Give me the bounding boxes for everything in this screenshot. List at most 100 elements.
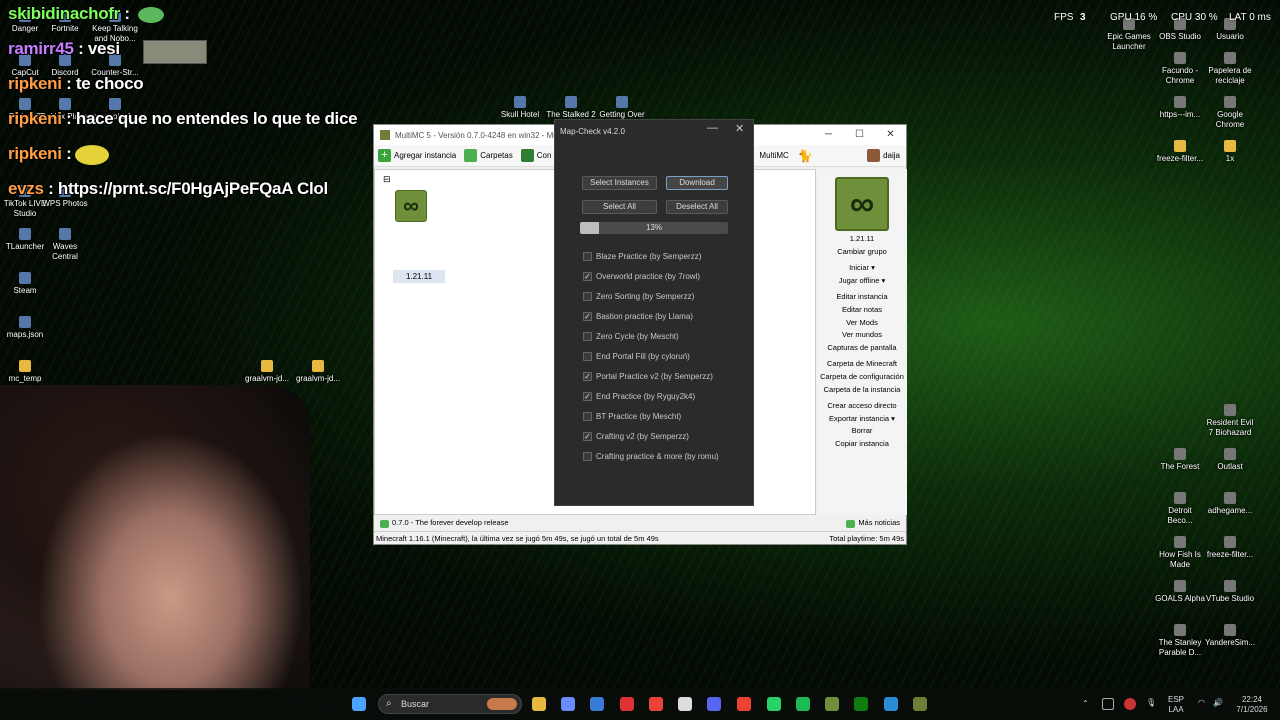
more-news-button[interactable]: Más noticias xyxy=(846,518,900,528)
map-checkbox-row[interactable]: End Portal Fill (by cyloruń) xyxy=(583,352,690,361)
map-checkbox-row[interactable]: Zero Sorting (by Semperzz) xyxy=(583,292,694,301)
tray-record-icon[interactable] xyxy=(1124,698,1136,710)
instance-label[interactable]: 1.21.11 xyxy=(393,270,445,283)
desktop-icon[interactable]: https---im... xyxy=(1155,96,1205,120)
sidebar-action[interactable]: Exportar instancia ▾ xyxy=(817,413,907,426)
instance-large-icon[interactable] xyxy=(835,177,889,231)
multimc-menu-button[interactable]: MultiMC 🐈 xyxy=(759,149,812,163)
file-explorer-icon[interactable] xyxy=(532,697,546,711)
store-icon[interactable] xyxy=(590,697,604,711)
checkbox-unchecked[interactable] xyxy=(583,332,592,341)
chrome-icon[interactable] xyxy=(737,697,751,711)
sidebar-action[interactable]: Editar notas xyxy=(817,304,907,317)
mapcheck-dialog[interactable]: Map-Check v4.2.0 — ✕ Select Instances Do… xyxy=(554,119,754,506)
desktop-icon[interactable]: Outlast xyxy=(1205,448,1255,472)
checkbox-unchecked[interactable] xyxy=(583,452,592,461)
desktop-icon[interactable]: The Stanley Parable D... xyxy=(1155,624,1205,658)
account-button[interactable]: daija xyxy=(867,149,900,162)
desktop-icon[interactable]: Epic Games Launcher xyxy=(1104,18,1154,52)
show-hidden-icons[interactable]: ⌃ xyxy=(1082,699,1089,709)
desktop-icon[interactable]: VTube Studio xyxy=(1205,580,1255,604)
language-indicator[interactable]: ESP LAA xyxy=(1168,695,1184,715)
select-instances-button[interactable]: Select Instances xyxy=(582,176,657,190)
microphone-icon[interactable]: 🎙 xyxy=(1146,698,1156,708)
multimc-icon[interactable] xyxy=(913,697,927,711)
map-checkbox-row[interactable]: Crafting practice & more (by romu) xyxy=(583,452,719,461)
sidebar-action[interactable]: Carpeta de la instancia xyxy=(817,384,907,397)
desktop-icon[interactable]: freeze-filter... xyxy=(1205,536,1255,560)
collapse-group-icon[interactable]: ⊟ xyxy=(383,174,391,185)
desktop-icon[interactable]: Resident Evil 7 Biohazard xyxy=(1205,404,1255,438)
change-group-button[interactable]: Cambiar grupo xyxy=(817,246,907,259)
desktop-icon[interactable]: freeze-filter... xyxy=(1155,140,1205,164)
desktop-icon[interactable]: 1x xyxy=(1205,140,1255,164)
close-button[interactable]: ✕ xyxy=(875,125,906,145)
download-button[interactable]: Download xyxy=(666,176,728,190)
sidebar-action[interactable]: Borrar xyxy=(817,425,907,438)
desktop-icon[interactable]: GOALS Alpha xyxy=(1155,580,1205,604)
start-icon[interactable] xyxy=(352,697,366,711)
checkbox-checked[interactable]: ✓ xyxy=(583,272,592,281)
checkbox-unchecked[interactable] xyxy=(583,292,592,301)
desktop-icon[interactable]: Steam xyxy=(0,272,50,296)
close-button[interactable]: ✕ xyxy=(735,122,744,135)
checkbox-unchecked[interactable] xyxy=(583,352,592,361)
map-checkbox-row[interactable]: ✓ End Practice (by Ryguy2k4) xyxy=(583,392,695,401)
desktop-icon[interactable]: YandereSim... xyxy=(1205,624,1255,648)
sidebar-action[interactable]: Crear acceso directo xyxy=(817,400,907,413)
xbox-icon[interactable] xyxy=(854,697,868,711)
desktop-icon[interactable]: graalvm-jd... xyxy=(242,360,292,384)
sidebar-action[interactable]: Ver Mods xyxy=(817,317,907,330)
map-checkbox-row[interactable]: ✓ Portal Practice v2 (by Semperzz) xyxy=(583,372,713,381)
sidebar-action[interactable]: Carpeta de configuración xyxy=(817,371,907,384)
mapcheck-titlebar[interactable]: Map-Check v4.2.0 — ✕ xyxy=(555,120,753,142)
instance-icon[interactable] xyxy=(395,190,427,222)
deselect-all-button[interactable]: Deselect All xyxy=(666,200,728,214)
discord-icon[interactable] xyxy=(707,697,721,711)
select-all-button[interactable]: Select All xyxy=(582,200,657,214)
github-icon[interactable] xyxy=(678,697,692,711)
sidebar-action[interactable]: Capturas de pantalla xyxy=(817,342,907,355)
desktop-icon[interactable]: adhegame... xyxy=(1205,492,1255,516)
chrome-icon[interactable] xyxy=(649,697,663,711)
clock[interactable]: 22:24 7/1/2026 xyxy=(1230,695,1274,715)
sidebar-action[interactable]: Iniciar ▾ xyxy=(817,262,907,275)
checkbox-unchecked[interactable] xyxy=(583,412,592,421)
news-item[interactable]: 0.7.0 - The forever develop release xyxy=(380,518,509,528)
sidebar-action[interactable]: Copiar instancia xyxy=(817,438,907,451)
wifi-icon[interactable]: ◠ xyxy=(1198,698,1205,708)
desktop-icon[interactable]: mc_temp xyxy=(0,360,50,384)
map-checkbox-row[interactable]: Blaze Practice (by Semperzz) xyxy=(583,252,701,261)
volume-icon[interactable]: 🔊 xyxy=(1213,698,1223,708)
spotify-icon[interactable] xyxy=(796,697,810,711)
desktop-icon[interactable]: How Fish Is Made xyxy=(1155,536,1205,570)
vscode-icon[interactable] xyxy=(884,697,898,711)
desktop-icon[interactable]: Waves Central xyxy=(40,228,90,262)
copilot-icon[interactable] xyxy=(561,697,575,711)
checkbox-unchecked[interactable] xyxy=(583,252,592,261)
minimize-button[interactable]: ─ xyxy=(813,125,844,145)
sidebar-action[interactable]: Ver mundos xyxy=(817,329,907,342)
folders-button[interactable]: Carpetas xyxy=(464,149,513,162)
checkbox-checked[interactable]: ✓ xyxy=(583,392,592,401)
map-checkbox-row[interactable]: BT Practice (by Mescht) xyxy=(583,412,681,421)
map-checkbox-row[interactable]: Zero Cycle (by Mescht) xyxy=(583,332,679,341)
desktop-icon[interactable]: Detroit Beco... xyxy=(1155,492,1205,526)
desktop-icon[interactable]: The Stalked 2 xyxy=(546,96,596,120)
desktop-icon[interactable]: Skull Hotel xyxy=(495,96,545,120)
wps-icon[interactable] xyxy=(620,697,634,711)
desktop-icon[interactable]: The Forest xyxy=(1155,448,1205,472)
add-instance-button[interactable]: + Agregar instancia xyxy=(378,149,456,162)
sidebar-action[interactable]: Carpeta de Minecraft xyxy=(817,358,907,371)
desktop-icon[interactable]: Papelera de reciclaje xyxy=(1205,52,1255,86)
map-checkbox-row[interactable]: ✓ Bastion practice (by Llama) xyxy=(583,312,693,321)
minimize-button[interactable]: — xyxy=(707,122,718,134)
whatsapp-icon[interactable] xyxy=(767,697,781,711)
minecraft-icon[interactable] xyxy=(825,697,839,711)
map-checkbox-row[interactable]: ✓ Overworld practice (by 7rowl) xyxy=(583,272,700,281)
settings-button[interactable]: Con xyxy=(520,149,551,162)
desktop-icon[interactable]: Google Chrome xyxy=(1205,96,1255,130)
sidebar-action[interactable]: Editar instancia xyxy=(817,291,907,304)
checkbox-checked[interactable]: ✓ xyxy=(583,312,592,321)
tray-app-icon[interactable] xyxy=(1102,698,1114,710)
